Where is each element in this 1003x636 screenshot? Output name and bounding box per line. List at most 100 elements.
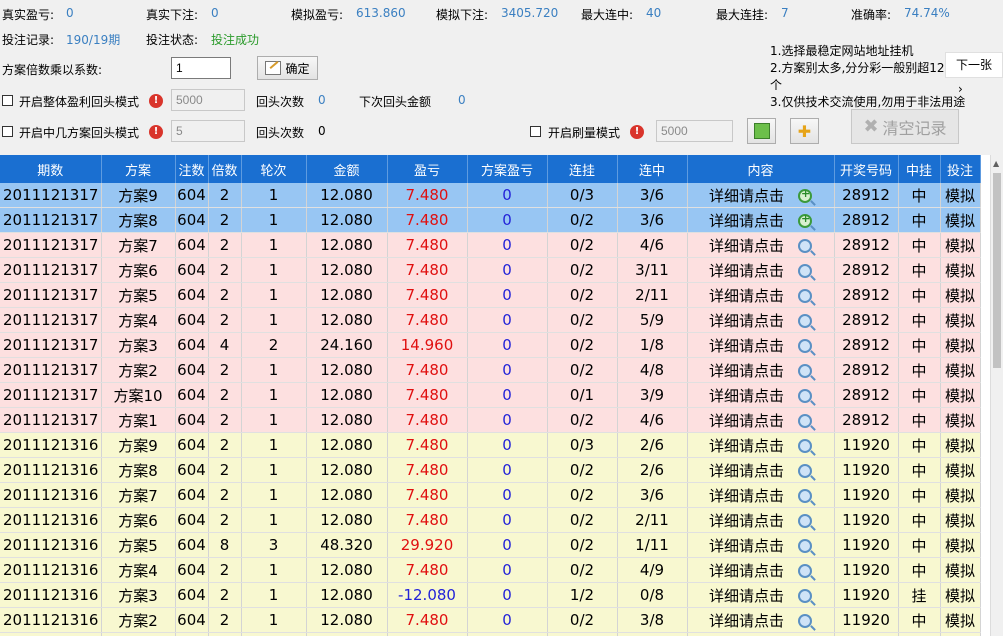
table-cell[interactable]: 详细请点击: [687, 632, 835, 636]
table-cell[interactable]: 详细请点击: [687, 382, 835, 408]
plugin-button[interactable]: ✚: [790, 118, 819, 144]
table-row[interactable]: 2011121317 方案3 604 4 2 24.160 14.960 0 0/2 1/8 详细请…: [0, 332, 981, 358]
column-header[interactable]: 连挂: [547, 155, 618, 183]
magnifier-icon[interactable]: [798, 314, 812, 328]
column-header[interactable]: 倍数: [208, 155, 242, 183]
table-cell[interactable]: 详细请点击: [687, 607, 835, 633]
table-row[interactable]: 2011121317 方案7 604 2 1 12.080 7.480 0 0/2 4/6 详细请点…: [0, 232, 981, 258]
table-row[interactable]: 2011121316方案106042112.0807.48000/12/9详细请…: [0, 632, 981, 636]
table-row[interactable]: 2011121316 方案4 604 2 1 12.080 7.480 0 0/2 4/9 详细请点…: [0, 557, 981, 583]
table-cell: 2: [241, 332, 307, 358]
table-cell: 2011121316: [0, 582, 102, 608]
table-row[interactable]: 2011121316 方案3 604 2 1 12.080 -12.080 0 1/2 0/8 详细…: [0, 582, 981, 608]
magnifier-icon[interactable]: [798, 414, 812, 428]
table-cell[interactable]: 详细请点击: [687, 207, 835, 233]
column-header[interactable]: 期数: [0, 155, 102, 183]
table-row[interactable]: 2011121317 方案4 604 2 1 12.080 7.480 0 0/2 5/9 详细请点…: [0, 307, 981, 333]
table-cell: 29.920: [387, 532, 468, 558]
table-cell: 12.080: [306, 582, 388, 608]
table-row[interactable]: 2011121316 方案7 604 2 1 12.080 7.480 0 0/2 3/6 详细请点…: [0, 482, 981, 508]
table-row[interactable]: 2011121317 方案6 604 2 1 12.080 7.480 0 0/2 3/11 详细请…: [0, 257, 981, 283]
table-row[interactable]: 2011121317 方案2 604 2 1 12.080 7.480 0 0/2 4/8 详细请点…: [0, 357, 981, 383]
table-cell[interactable]: 详细请点击: [687, 557, 835, 583]
magnifier-icon[interactable]: [798, 389, 812, 403]
magnifier-icon[interactable]: [798, 339, 812, 353]
magnifier-icon[interactable]: [798, 439, 812, 453]
column-header[interactable]: 连中: [617, 155, 688, 183]
table-row[interactable]: 2011121316 方案6 604 2 1 12.080 7.480 0 0/2 2/11 详细请…: [0, 507, 981, 533]
table-cell: 3/11: [617, 257, 688, 283]
magnifier-icon[interactable]: [798, 464, 812, 478]
table-cell: 1/8: [617, 332, 688, 358]
column-header[interactable]: 注数: [175, 155, 209, 183]
table-cell[interactable]: 详细请点击: [687, 482, 835, 508]
table-cell[interactable]: 详细请点击: [687, 532, 835, 558]
volume-mode-checkbox[interactable]: [530, 126, 541, 137]
volume-input[interactable]: [656, 120, 733, 142]
vertical-scrollbar[interactable]: ▲: [990, 155, 1003, 636]
scheme-return-input[interactable]: [171, 120, 245, 142]
table-row[interactable]: 2011121317 方案1 604 2 1 12.080 7.480 0 0/2 4/6 详细请点…: [0, 407, 981, 433]
multiplier-input[interactable]: [171, 57, 231, 79]
table-cell[interactable]: 详细请点击: [687, 232, 835, 258]
table-row[interactable]: 2011121317 方案5 604 2 1 12.080 7.480 0 0/2 2/11 详细请…: [0, 282, 981, 308]
next-tab-button[interactable]: 下一张 ›: [945, 52, 1003, 96]
magnifier-icon[interactable]: [798, 539, 812, 553]
table-cell: 1: [241, 507, 307, 533]
table-row[interactable]: 2011121316 方案8 604 2 1 12.080 7.480 0 0/2 2/6 详细请点…: [0, 457, 981, 483]
table-cell[interactable]: 详细请点击: [687, 357, 835, 383]
table-cell: 4/9: [617, 557, 688, 583]
table-cell: 0/2: [547, 607, 618, 633]
magnifier-icon[interactable]: [798, 187, 812, 203]
magnifier-icon[interactable]: [798, 364, 812, 378]
column-header[interactable]: 盈亏: [387, 155, 468, 183]
overall-return-input[interactable]: [171, 89, 245, 111]
table-cell: 1: [241, 632, 307, 636]
sim-bet-label: 模拟下注:: [436, 8, 489, 22]
column-header[interactable]: 方案: [101, 155, 176, 183]
table-cell[interactable]: 详细请点击: [687, 582, 835, 608]
column-header[interactable]: 方案盈亏: [467, 155, 548, 183]
column-header[interactable]: 中挂: [898, 155, 941, 183]
table-row[interactable]: 2011121317 方案10 604 2 1 12.080 7.480 0 0/1 3/9 详细请…: [0, 382, 981, 408]
table-row[interactable]: 2011121316 方案5 604 8 3 48.320 29.920 0 0/2 1/11 详细…: [0, 532, 981, 558]
accuracy-value: 74.74%: [904, 6, 950, 20]
table-cell[interactable]: 详细请点击: [687, 457, 835, 483]
table-cell[interactable]: 详细请点击: [687, 307, 835, 333]
scrollbar-thumb[interactable]: [993, 173, 1001, 368]
table-cell[interactable]: 详细请点击: [687, 257, 835, 283]
table-row[interactable]: 2011121317 方案9 604 2 1 12.080 7.480 0 0/3 3/6 详细请点…: [0, 183, 981, 208]
confirm-button[interactable]: 确定: [257, 56, 318, 80]
table-cell: 2: [208, 582, 242, 608]
warning-icon: !: [149, 125, 163, 139]
column-header[interactable]: 金额: [306, 155, 388, 183]
clear-records-button[interactable]: ✖ 清空记录: [851, 109, 959, 144]
magnifier-icon[interactable]: [798, 589, 812, 603]
overall-return-checkbox[interactable]: [2, 95, 13, 106]
scheme-return-checkbox[interactable]: [2, 126, 13, 137]
export-button[interactable]: [747, 118, 776, 144]
table-cell[interactable]: 详细请点击: [687, 332, 835, 358]
scroll-up-icon[interactable]: ▲: [993, 159, 999, 168]
magnifier-icon[interactable]: [798, 289, 812, 303]
magnifier-icon[interactable]: [798, 239, 812, 253]
column-header[interactable]: 投注: [940, 155, 981, 183]
table-row[interactable]: 2011121317 方案8 604 2 1 12.080 7.480 0 0/2 3/6 详细请点…: [0, 207, 981, 233]
table-row[interactable]: 2011121316 方案9 604 2 1 12.080 7.480 0 0/3 2/6 详细请点…: [0, 432, 981, 458]
magnifier-icon[interactable]: [798, 489, 812, 503]
table-cell[interactable]: 详细请点击: [687, 407, 835, 433]
magnifier-icon[interactable]: [798, 614, 812, 628]
magnifier-icon[interactable]: [798, 564, 812, 578]
magnifier-icon[interactable]: [798, 514, 812, 528]
table-cell[interactable]: 详细请点击: [687, 282, 835, 308]
column-header[interactable]: 轮次: [241, 155, 307, 183]
max-win-label: 最大连中:: [581, 8, 634, 22]
column-header[interactable]: 内容: [687, 155, 835, 183]
table-row[interactable]: 2011121316 方案2 604 2 1 12.080 7.480 0 0/2 3/8 详细请点…: [0, 607, 981, 633]
column-header[interactable]: 开奖号码: [834, 155, 899, 183]
magnifier-icon[interactable]: [798, 212, 812, 228]
table-cell[interactable]: 详细请点击: [687, 183, 835, 208]
table-cell[interactable]: 详细请点击: [687, 432, 835, 458]
magnifier-icon[interactable]: [798, 264, 812, 278]
table-cell[interactable]: 详细请点击: [687, 507, 835, 533]
